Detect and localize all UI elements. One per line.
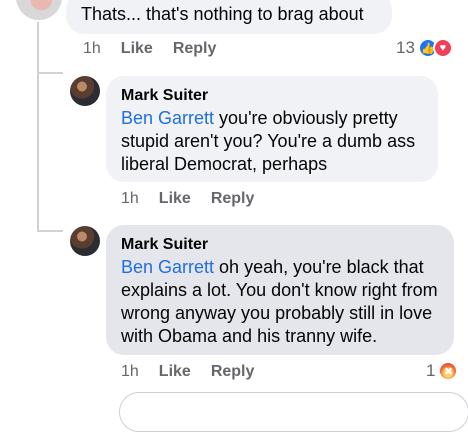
reply-bubble: Mark Suiter Ben Garrett you're obviously… [106,76,438,182]
reply-text: Ben Garrett you're obviously pretty stup… [121,108,416,174]
thread-connector [37,230,63,232]
mention-link[interactable]: Ben Garrett [121,257,214,277]
reply-author[interactable]: Mark Suiter [121,235,438,255]
reply-author[interactable]: Mark Suiter [121,86,422,106]
reaction-count: 13 [396,38,415,57]
reply-meta: 1h Like Reply [121,190,254,208]
comment-text: Thats... that's nothing to brag about [81,4,364,24]
reply-button[interactable]: Reply [211,363,255,381]
like-button[interactable]: Like [159,190,191,208]
like-button[interactable]: Like [121,40,153,58]
thread-connector [37,72,63,74]
reply-button[interactable]: Reply [173,40,217,58]
mention-link[interactable]: Ben Garrett [121,108,214,128]
reply-bubble: Mark Suiter Ben Garrett oh yeah, you're … [106,225,454,355]
reply-avatar[interactable] [70,76,100,106]
comment-reactions[interactable]: 13 👍 ♥ [396,38,453,58]
thread-line [37,22,39,230]
comment-meta: 1h Like Reply [83,40,216,58]
reply-time[interactable]: 1h [121,190,139,208]
reply-time[interactable]: 1h [121,363,139,381]
reaction-count: 1 [426,361,436,380]
comment-bubble: Thats... that's nothing to brag about [66,0,392,34]
reply-button[interactable]: Reply [211,190,255,208]
reply-text: Ben Garrett oh yeah, you're black that e… [121,257,438,346]
angry-reaction-icon: ✖ [438,361,459,381]
reply-meta: 1h Like Reply [121,363,254,381]
like-button[interactable]: Like [159,363,191,381]
reply-reactions[interactable]: 1 ✖ [426,361,459,381]
comment-time[interactable]: 1h [83,40,101,58]
comment-input[interactable] [119,392,468,432]
commenter-avatar[interactable] [16,0,62,20]
love-reaction-icon: ♥ [432,38,453,58]
reply-avatar[interactable] [70,226,100,256]
